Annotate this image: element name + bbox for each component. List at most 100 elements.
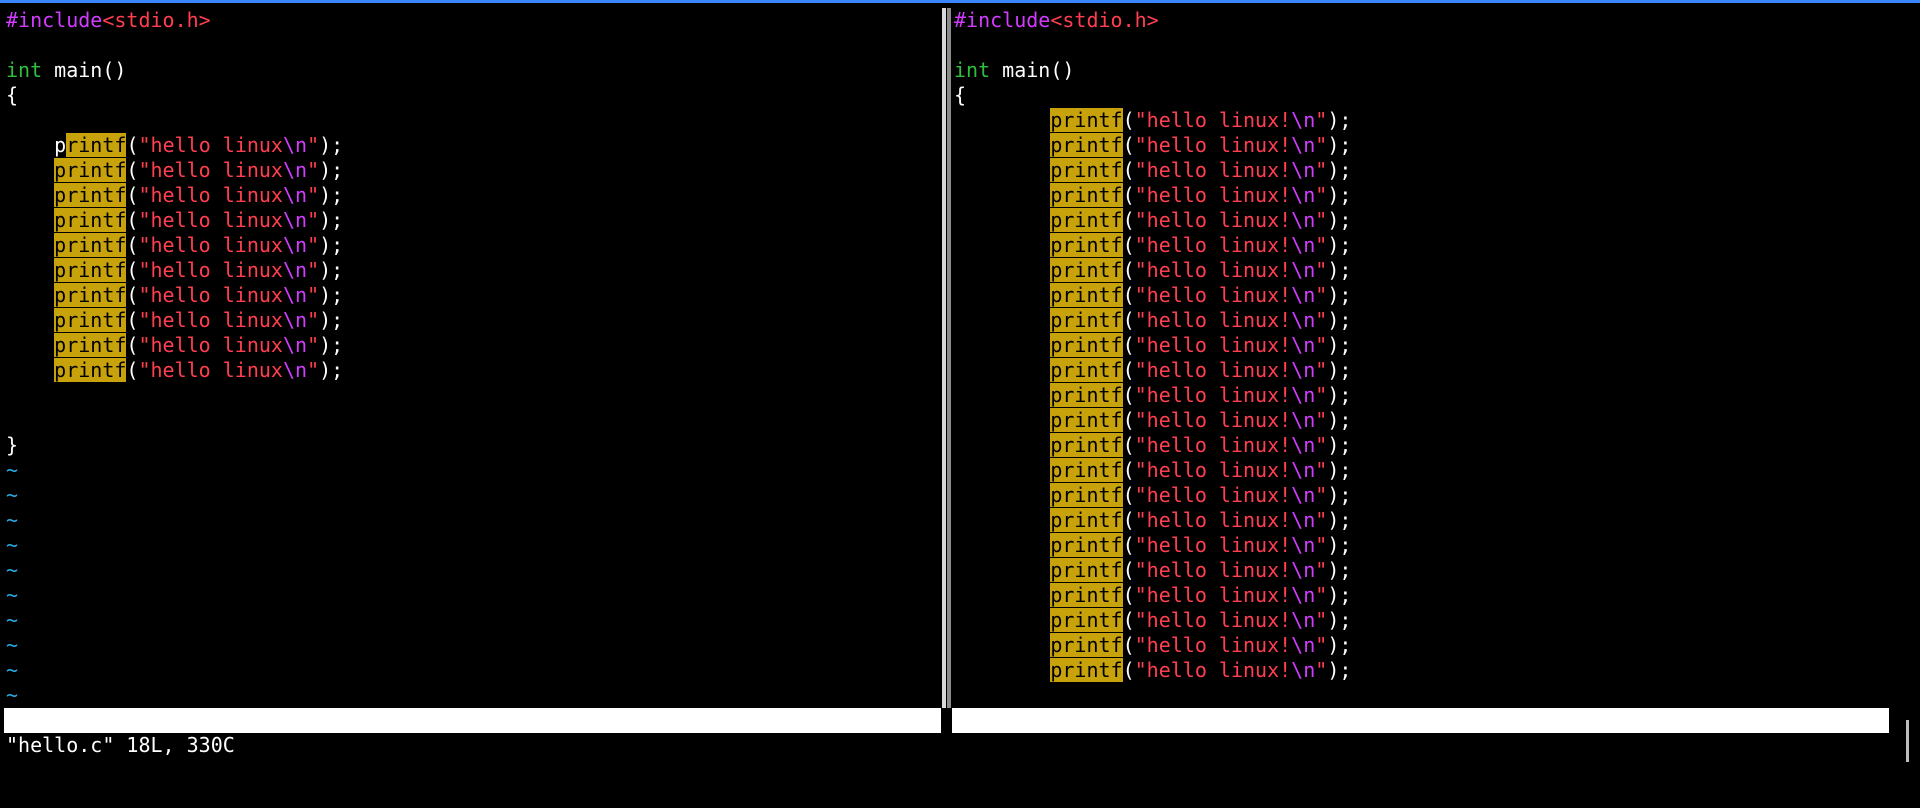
right-code-token: printf (1050, 258, 1123, 282)
command-line-message[interactable]: "hello.c" 18L, 330C (6, 733, 235, 758)
right-code-line[interactable]: printf("hello linux!\n"); (954, 158, 1889, 183)
left-code-line[interactable]: printf("hello linux\n"); (6, 333, 940, 358)
right-code-token: "hello linux! (1134, 658, 1292, 682)
left-code-line[interactable]: } (6, 433, 940, 458)
left-code-token: rintf (66, 133, 127, 157)
right-code-token: "hello linux! (1134, 158, 1292, 182)
right-code-token: printf (1050, 133, 1123, 157)
right-code-token: "hello linux! (1134, 108, 1292, 132)
left-code-token: } (6, 433, 19, 457)
left-code-token: \n (282, 133, 308, 157)
right-code-token (954, 133, 1050, 157)
right-code-line[interactable]: printf("hello linux!\n"); (954, 583, 1889, 608)
right-code-token: "hello linux! (1134, 358, 1292, 382)
right-code-line[interactable]: printf("hello linux!\n"); (954, 383, 1889, 408)
left-code-line[interactable]: printf("hello linux\n"); (6, 358, 940, 383)
left-code-token (6, 283, 54, 307)
left-code-token: printf (54, 233, 127, 257)
right-code-line[interactable]: int main() (954, 58, 1889, 83)
right-code-line[interactable]: printf("hello linux!\n"); (954, 508, 1889, 533)
left-code-line[interactable]: printf("hello linux\n"); (6, 133, 940, 158)
right-code-token: \n (1291, 358, 1316, 382)
right-code-token: \n (1291, 558, 1316, 582)
right-code-line[interactable] (954, 33, 1889, 58)
right-code-line[interactable]: printf("hello linux!\n"); (954, 358, 1889, 383)
right-code-token: ( (1122, 483, 1135, 507)
vertical-split-separator[interactable] (940, 8, 952, 708)
left-code-line[interactable]: #include<stdio.h> (6, 8, 940, 33)
right-code-token: \n (1291, 333, 1316, 357)
right-code-line[interactable]: printf("hello linux!\n"); (954, 108, 1889, 133)
scrollbar-thumb[interactable] (1906, 720, 1909, 762)
right-code-token: printf (1050, 283, 1123, 307)
right-code-line[interactable]: printf("hello linux!\n"); (954, 408, 1889, 433)
left-code-token: \n (282, 258, 308, 282)
right-code-line[interactable]: printf("hello linux!\n"); (954, 608, 1889, 633)
right-code-line[interactable]: printf("hello linux!\n"); (954, 433, 1889, 458)
left-code-line[interactable]: ~ (6, 508, 940, 533)
right-code-line[interactable]: printf("hello linux!\n"); (954, 483, 1889, 508)
left-code-token: \n (282, 158, 308, 182)
left-code-line[interactable] (6, 108, 940, 133)
left-code-line[interactable] (6, 33, 940, 58)
left-code-line[interactable]: ~ (6, 458, 940, 483)
right-code-token: ( (1122, 433, 1135, 457)
right-code-line[interactable]: printf("hello linux!\n"); (954, 333, 1889, 358)
right-code-token: " (1315, 358, 1328, 382)
left-code-line[interactable]: printf("hello linux\n"); (6, 308, 940, 333)
left-code-line[interactable] (6, 408, 940, 433)
right-code-token (954, 233, 1050, 257)
left-code-token: \n (282, 308, 308, 332)
left-code-line[interactable]: ~ (6, 683, 940, 708)
right-code-token (954, 608, 1050, 632)
right-code-line[interactable]: printf("hello linux!\n"); (954, 258, 1889, 283)
left-code-line[interactable]: { (6, 83, 940, 108)
right-code-line[interactable]: printf("hello linux!\n"); (954, 558, 1889, 583)
right-code-token: "hello linux! (1134, 208, 1292, 232)
right-code-line[interactable]: #include<stdio.h> (954, 8, 1889, 33)
left-code-line[interactable]: printf("hello linux\n"); (6, 258, 940, 283)
right-code-token: " (1315, 183, 1328, 207)
left-editor-pane[interactable]: #include<stdio.h> int main(){ printf("he… (6, 8, 940, 708)
right-code-line[interactable]: printf("hello linux!\n"); (954, 308, 1889, 333)
right-code-line[interactable]: printf("hello linux!\n"); (954, 658, 1889, 683)
left-code-line[interactable]: ~ (6, 533, 940, 558)
right-code-line[interactable]: printf("hello linux!\n"); (954, 533, 1889, 558)
left-code-token: ); (319, 308, 344, 332)
right-code-token: ( (1122, 158, 1135, 182)
right-code-line[interactable]: printf("hello linux!\n"); (954, 133, 1889, 158)
left-code-line[interactable]: int main() (6, 58, 940, 83)
right-code-line[interactable]: { (954, 83, 1889, 108)
right-code-token (954, 433, 1050, 457)
left-code-line[interactable]: printf("hello linux\n"); (6, 283, 940, 308)
right-code-line[interactable]: printf("hello linux!\n"); (954, 208, 1889, 233)
empty-line-tilde: ~ (6, 608, 19, 632)
left-code-line[interactable]: printf("hello linux\n"); (6, 233, 940, 258)
right-code-token: " (1315, 333, 1328, 357)
right-code-token: \n (1291, 383, 1316, 407)
left-code-line[interactable]: printf("hello linux\n"); (6, 208, 940, 233)
right-code-line[interactable]: printf("hello linux!\n"); (954, 233, 1889, 258)
left-code-line[interactable]: ~ (6, 583, 940, 608)
left-code-line[interactable]: ~ (6, 558, 940, 583)
empty-line-tilde: ~ (6, 658, 19, 682)
left-code-line[interactable]: ~ (6, 608, 940, 633)
right-code-line[interactable]: printf("hello linux!\n"); (954, 183, 1889, 208)
right-code-token: \n (1291, 208, 1316, 232)
left-code-line[interactable]: ~ (6, 658, 940, 683)
right-code-token: printf (1050, 608, 1123, 632)
right-code-line[interactable]: printf("hello linux!\n"); (954, 633, 1889, 658)
left-code-line[interactable]: printf("hello linux\n"); (6, 158, 940, 183)
left-code-line[interactable]: printf("hello linux\n"); (6, 183, 940, 208)
right-code-line[interactable]: printf("hello linux!\n"); (954, 283, 1889, 308)
right-code-token (954, 108, 1050, 132)
left-status-cursor-position: 6,5 (723, 758, 760, 782)
right-code-token: printf (1050, 508, 1123, 532)
left-code-line[interactable]: ~ (6, 633, 940, 658)
right-editor-pane[interactable]: #include<stdio.h> int main(){ printf("he… (954, 8, 1889, 708)
left-code-line[interactable] (6, 383, 940, 408)
left-code-line[interactable]: ~ (6, 483, 940, 508)
right-code-token: printf (1050, 358, 1123, 382)
left-status-line: hello.c 6,5 All (4, 708, 941, 807)
right-code-line[interactable]: printf("hello linux!\n"); (954, 458, 1889, 483)
